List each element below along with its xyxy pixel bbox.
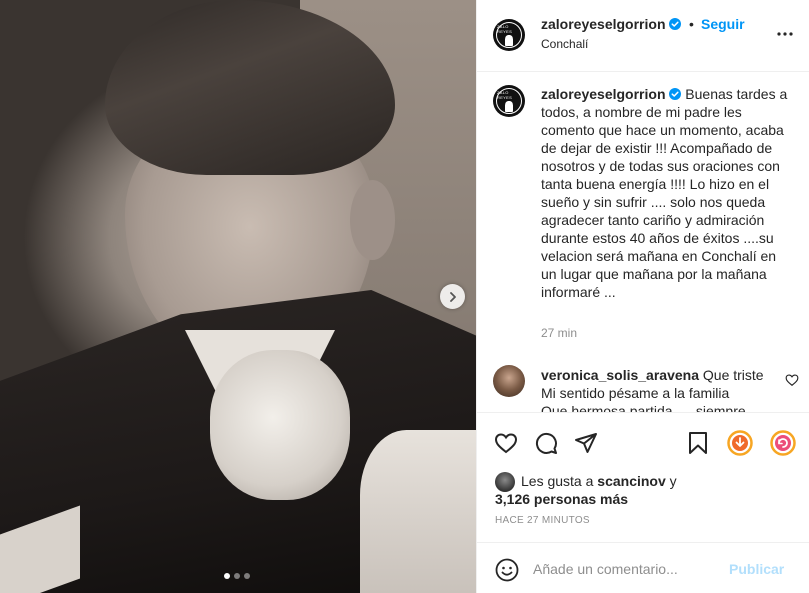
caption-body: Buenas tardes a todos, a nombre de mi pa… bbox=[541, 86, 788, 300]
share-icon bbox=[575, 433, 597, 453]
post-details-panel: ZALO REYES zaloreyeselgorrion • Seguir C… bbox=[476, 0, 809, 593]
more-icon bbox=[777, 32, 793, 36]
comment-line-1: Que triste bbox=[702, 367, 764, 383]
comments-section[interactable]: ZALO REYES zaloreyeselgorrion Buenas tar… bbox=[477, 72, 809, 412]
action-bar bbox=[477, 412, 809, 467]
commenter-avatar[interactable] bbox=[493, 365, 525, 397]
caption-avatar[interactable]: ZALO REYES bbox=[493, 85, 525, 117]
post-timestamp[interactable]: HACE 27 MINUTOS bbox=[495, 515, 590, 526]
author-username: zaloreyeselgorrion bbox=[541, 16, 666, 32]
caption-time-ago: 27 min bbox=[541, 326, 578, 340]
avatar-logo-text: ZALO REYES bbox=[497, 90, 513, 100]
likes-count-link[interactable]: 3,126 personas más bbox=[495, 490, 628, 508]
save-icon bbox=[689, 432, 707, 454]
post-location-link[interactable]: Conchalí bbox=[541, 37, 588, 51]
comment-button[interactable] bbox=[533, 430, 559, 456]
comment-like-heart-icon[interactable] bbox=[785, 373, 799, 387]
photo-ear bbox=[350, 180, 395, 260]
publish-button[interactable]: Publicar bbox=[729, 561, 784, 577]
avatar-logo-text: ZALO REYES bbox=[497, 24, 513, 34]
liker-avatar[interactable] bbox=[495, 472, 515, 492]
carousel-indicator bbox=[224, 573, 250, 579]
separator-dot: • bbox=[689, 16, 694, 32]
download-icon bbox=[727, 430, 753, 456]
post-caption: zaloreyeselgorrion Buenas tardes a todos… bbox=[541, 85, 791, 301]
carousel-dot bbox=[224, 573, 230, 579]
add-comment-bar: Publicar bbox=[477, 542, 809, 593]
post-header: ZALO REYES zaloreyeselgorrion • Seguir C… bbox=[477, 0, 809, 72]
carousel-next-button[interactable] bbox=[440, 284, 465, 309]
post-photo[interactable] bbox=[0, 0, 476, 593]
more-options-button[interactable] bbox=[775, 24, 795, 44]
save-button[interactable] bbox=[685, 430, 711, 456]
comment-username[interactable]: veronica_solis_aravena bbox=[541, 367, 699, 383]
likes-prefix: Les gusta a bbox=[521, 473, 594, 489]
liker-username[interactable]: scancinov bbox=[597, 473, 665, 489]
comment-line-3: Que hermosa partida .... siempre bbox=[541, 403, 746, 412]
carousel-dot bbox=[244, 573, 250, 579]
comment-line-2: Mi sentido pésame a la familia bbox=[541, 385, 730, 401]
carousel-dot bbox=[234, 573, 240, 579]
verified-icon bbox=[669, 18, 682, 30]
comment-icon bbox=[535, 432, 557, 454]
author-avatar[interactable]: ZALO REYES bbox=[493, 19, 525, 51]
likes-connector: y bbox=[669, 473, 677, 489]
author-username-link[interactable]: zaloreyeselgorrion bbox=[541, 16, 682, 32]
caption-username[interactable]: zaloreyeselgorrion bbox=[541, 86, 666, 102]
like-button[interactable] bbox=[493, 430, 519, 456]
verified-icon bbox=[669, 88, 682, 100]
chevron-right-icon bbox=[449, 291, 456, 302]
share-button[interactable] bbox=[573, 430, 599, 456]
follow-button[interactable]: Seguir bbox=[701, 16, 745, 32]
repost-icon bbox=[770, 430, 796, 456]
photo-cloth bbox=[360, 430, 476, 593]
photo-bow bbox=[210, 350, 350, 500]
comment-input[interactable] bbox=[533, 557, 723, 581]
repost-extension-button[interactable] bbox=[770, 430, 796, 456]
download-extension-button[interactable] bbox=[727, 430, 753, 456]
heart-icon bbox=[494, 433, 518, 454]
comment-item: veronica_solis_aravena Que triste Mi sen… bbox=[541, 366, 781, 412]
emoji-icon[interactable] bbox=[495, 558, 519, 582]
